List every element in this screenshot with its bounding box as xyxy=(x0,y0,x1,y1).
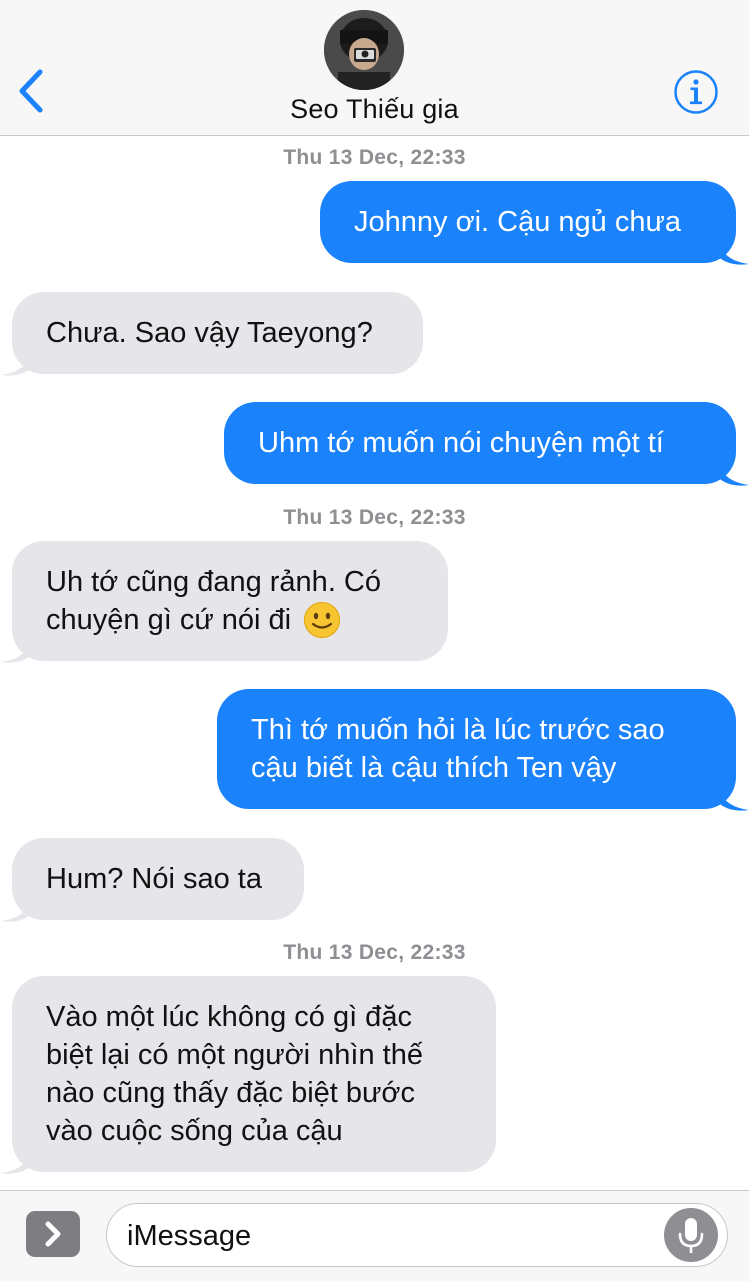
incoming-message-bubble[interactable]: Vào một lúc không có gì đặc biệt lại có … xyxy=(12,976,496,1172)
info-icon xyxy=(674,70,718,114)
incoming-message-bubble[interactable]: Uh tớ cũng đang rảnh. Có chuyện gì cứ nó… xyxy=(12,541,448,661)
message-text: chuyện gì cứ nói đi xyxy=(46,604,292,636)
incoming-bubble-tail xyxy=(1,347,32,376)
message-text: Johnny ơi. Cậu ngủ chưa xyxy=(354,206,682,238)
compose-bar: iMessage xyxy=(0,1190,749,1281)
message-text: cậu biết là cậu thích Ten vậy xyxy=(251,752,617,784)
outgoing-bubble-tail xyxy=(718,457,749,486)
message-text: Vào một lúc không có gì đặc xyxy=(46,1001,412,1033)
dictation-button[interactable] xyxy=(664,1208,718,1262)
chevron-right-icon xyxy=(45,1221,61,1247)
message-input[interactable]: iMessage xyxy=(106,1203,728,1267)
contact-name[interactable]: Seo Thiếu gia xyxy=(0,94,749,125)
message-text: Chưa. Sao vậy Taeyong? xyxy=(46,317,373,349)
message-input-placeholder: iMessage xyxy=(127,1220,252,1252)
message-text: Thì tớ muốn hỏi là lúc trước sao xyxy=(251,714,665,746)
message-timestamp: Thu 13 Dec, 22:33 xyxy=(283,941,466,964)
microphone-icon xyxy=(678,1218,704,1253)
outgoing-bubble-tail xyxy=(718,236,749,265)
message-text: Hum? Nói sao ta xyxy=(46,863,262,895)
outgoing-message-bubble[interactable]: Thì tớ muốn hỏi là lúc trước sao cậu biế… xyxy=(217,689,736,809)
message-text: nào cũng thấy đặc biệt bước xyxy=(46,1077,415,1109)
apps-button[interactable] xyxy=(26,1211,80,1257)
message-text: biệt lại có một người nhìn thế xyxy=(46,1039,423,1071)
info-button[interactable] xyxy=(673,69,719,115)
outgoing-message-bubble[interactable]: Uhm tớ muốn nói chuyện một tí xyxy=(224,402,736,484)
message-timestamp: Thu 13 Dec, 22:33 xyxy=(283,146,466,169)
incoming-bubble-tail xyxy=(1,1145,32,1174)
incoming-message-bubble[interactable]: Hum? Nói sao ta xyxy=(12,838,304,920)
incoming-message-bubble[interactable]: Chưa. Sao vậy Taeyong? xyxy=(12,292,423,374)
message-text: Uhm tớ muốn nói chuyện một tí xyxy=(258,427,664,459)
conversation-header: Seo Thiếu gia xyxy=(0,0,749,136)
message-text: Uh tớ cũng đang rảnh. Có xyxy=(46,566,382,598)
outgoing-message-bubble[interactable]: Johnny ơi. Cậu ngủ chưa xyxy=(320,181,736,263)
message-text: vào cuộc sống của cậu xyxy=(46,1115,343,1147)
contact-avatar[interactable] xyxy=(324,10,404,90)
slightly-smiling-face-icon xyxy=(304,602,341,638)
incoming-bubble-tail xyxy=(1,634,32,663)
avatar-photo xyxy=(324,10,404,90)
outgoing-bubble-tail xyxy=(718,782,749,811)
message-timestamp: Thu 13 Dec, 22:33 xyxy=(283,506,466,529)
incoming-bubble-tail xyxy=(1,893,32,922)
